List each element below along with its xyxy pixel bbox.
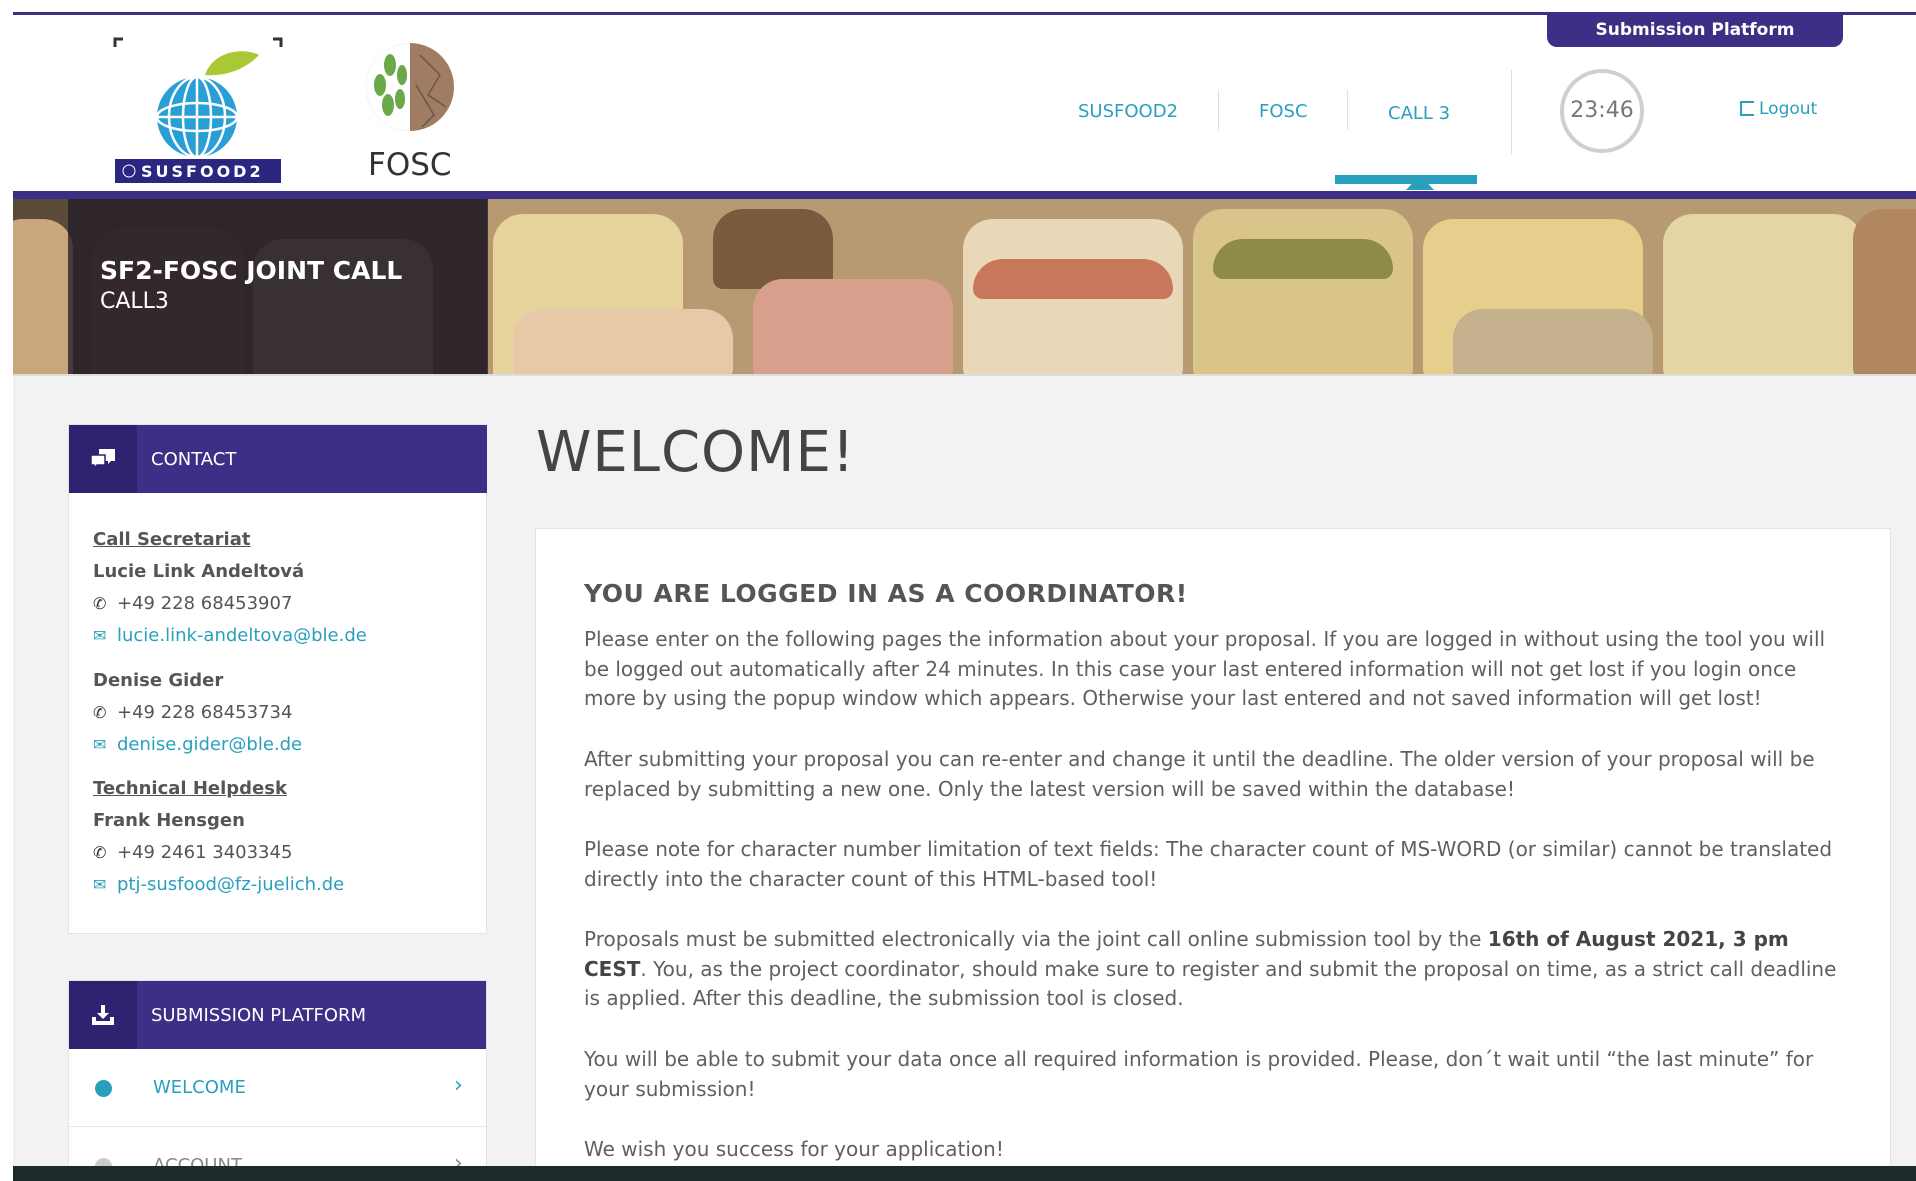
footer-bar [13, 1166, 1916, 1181]
submission-platform-tab[interactable]: Submission Platform [1547, 15, 1843, 47]
info-paragraph: Please note for character number limitat… [584, 837, 1833, 891]
fosc-logo-text: FOSC [368, 147, 452, 183]
submission-card: SUBMISSION PLATFORM WELCOME › ACCOUNT › [68, 980, 487, 1170]
nav-divider [1511, 70, 1512, 155]
info-paragraph: You will be able to submit your data onc… [584, 1047, 1814, 1101]
contact-name: Lucie Link Andeltová [93, 561, 305, 582]
header-band [13, 191, 1916, 199]
logout-label: Logout [1759, 99, 1818, 119]
menu-item-account[interactable]: ACCOUNT › [69, 1127, 486, 1169]
contact-email[interactable]: ✉ denise.gider@ble.de [93, 734, 302, 755]
contact-card: CONTACT Call Secretariat Lucie Link Ande… [68, 424, 487, 934]
helpdesk-label: Technical Helpdesk [93, 778, 287, 799]
active-dot-icon [95, 1080, 112, 1097]
banner-dark-panel [13, 199, 488, 374]
mail-icon: ✉ [93, 735, 107, 754]
email-link[interactable]: lucie.link-andeltova@ble.de [117, 625, 367, 646]
nav-divider [1347, 90, 1348, 130]
page-title: WELCOME! [536, 420, 856, 485]
submission-card-header: SUBMISSION PLATFORM [69, 981, 486, 1049]
contact-heading: CONTACT [151, 449, 237, 470]
phone-icon: ✆ [93, 594, 107, 613]
contact-card-header: CONTACT [69, 425, 487, 493]
info-paragraph: Please enter on the following pages the … [584, 627, 1826, 710]
contact-phone: ✆ +49 228 68453734 [93, 702, 292, 723]
susfood2-logo-text: SUSFOOD2 [141, 162, 264, 181]
logout-link[interactable]: Logout [1740, 99, 1817, 119]
logout-icon [1740, 101, 1754, 116]
nav-fosc[interactable]: FOSC [1259, 101, 1308, 122]
deadline-paragraph: Proposals must be submitted electronical… [584, 925, 1854, 1014]
banner-title: SF2-FOSC JOINT CALL [100, 256, 403, 285]
chat-icon [69, 425, 137, 493]
submission-heading: SUBMISSION PLATFORM [151, 1005, 367, 1026]
info-paragraph: After submitting your proposal you can r… [584, 747, 1815, 801]
nav-call3[interactable]: CALL 3 [1388, 103, 1450, 124]
active-nav-underline [1335, 175, 1477, 184]
contact-email[interactable]: ✉ ptj-susfood@fz-juelich.de [93, 874, 344, 895]
contact-email[interactable]: ✉ lucie.link-andeltova@ble.de [93, 625, 367, 646]
banner-subtitle: CALL3 [100, 289, 169, 314]
header: SUSFOOD2 FOSC Submission Platform SUSFOO… [13, 15, 1916, 191]
page: SUSFOOD2 FOSC Submission Platform SUSFOO… [0, 0, 1916, 1181]
nav-divider [1218, 90, 1219, 130]
phone-text: +49 2461 3403345 [117, 842, 293, 863]
menu-item-label: WELCOME [153, 1077, 246, 1098]
deadline-text: . You, as the project coordinator, shoul… [584, 956, 1837, 1011]
contact-name: Denise Gider [93, 670, 224, 691]
phone-text: +49 228 68453734 [117, 702, 293, 723]
hero-banner: SF2-FOSC JOINT CALL CALL3 [13, 199, 1916, 374]
contact-phone: ✆ +49 228 68453907 [93, 593, 292, 614]
fosc-logo[interactable]: FOSC [350, 35, 470, 185]
menu-item-welcome[interactable]: WELCOME › [69, 1049, 486, 1127]
phone-icon: ✆ [93, 843, 107, 862]
susfood2-logo[interactable]: SUSFOOD2 [113, 37, 291, 187]
contact-phone: ✆ +49 2461 3403345 [93, 842, 292, 863]
mail-icon: ✉ [93, 875, 107, 894]
nav-susfood2[interactable]: SUSFOOD2 [1078, 101, 1178, 122]
download-icon [69, 981, 137, 1049]
closing-paragraph: We wish you success for your application… [584, 1137, 1004, 1161]
session-timer: 23:46 [1560, 69, 1644, 153]
contact-name: Frank Hensgen [93, 810, 245, 831]
email-link[interactable]: denise.gider@ble.de [117, 734, 302, 755]
phone-text: +49 228 68453907 [117, 593, 293, 614]
phone-icon: ✆ [93, 703, 107, 722]
secretariat-label: Call Secretariat [93, 529, 251, 550]
mail-icon: ✉ [93, 626, 107, 645]
welcome-panel: YOU ARE LOGGED IN AS A COORDINATOR! Plea… [535, 528, 1891, 1168]
email-link[interactable]: ptj-susfood@fz-juelich.de [117, 874, 344, 895]
deadline-text: Proposals must be submitted electronical… [584, 927, 1488, 951]
chevron-right-icon: › [454, 1073, 463, 1098]
panel-heading: YOU ARE LOGGED IN AS A COORDINATOR! [584, 579, 1188, 608]
